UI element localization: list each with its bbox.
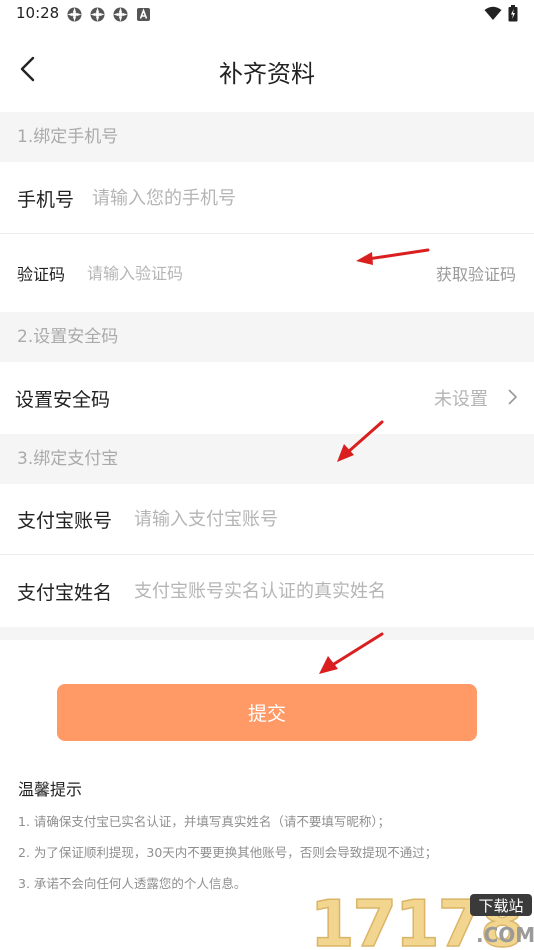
app-notification-icon <box>89 6 106 23</box>
security-label: 设置安全码 <box>15 388 111 411</box>
watermark-badge: 下载站 <box>478 897 523 915</box>
section-header-phone: 1.绑定手机号 <box>0 112 534 162</box>
tip-item: 2. 为了保证顺利提现，30天内不要更换其他账号，否则会导致提现不通过； <box>18 845 438 860</box>
security-status: 未设置 <box>434 389 488 410</box>
phone-row: 手机号 <box>0 162 534 234</box>
alipay-account-label: 支付宝账号 <box>17 509 113 532</box>
phone-input[interactable] <box>92 187 473 209</box>
status-time: 10:28 <box>16 4 60 22</box>
chevron-right-icon <box>506 388 518 410</box>
security-code-row[interactable]: 设置安全码 未设置 <box>0 362 534 434</box>
section-header-security: 2.设置安全码 <box>0 312 534 362</box>
alipay-account-input[interactable] <box>134 508 495 530</box>
annotation-arrow-icon <box>319 632 384 674</box>
watermark-suffix: .COM <box>476 923 534 947</box>
a-letter-notification-icon <box>135 6 152 23</box>
alipay-name-label: 支付宝姓名 <box>17 581 113 604</box>
section-header-alipay: 3.绑定支付宝 <box>0 434 534 484</box>
submit-button[interactable]: 提交 <box>57 684 477 741</box>
phone-label: 手机号 <box>17 188 75 211</box>
status-bar: 10:28 <box>0 0 534 28</box>
system-icons <box>484 5 518 26</box>
code-label: 验证码 <box>17 265 66 284</box>
tip-item: 1. 请确保支付宝已实名认证，并填写真实姓名（请不要填写昵称）； <box>18 814 391 829</box>
section-spacer <box>0 627 534 640</box>
verification-code-row: 验证码 获取验证码 <box>0 234 534 312</box>
alipay-name-input[interactable] <box>134 580 505 602</box>
app-notification-icon <box>112 6 129 23</box>
site-watermark-logo: 17178 下载站 .COM <box>309 887 534 950</box>
battery-icon <box>508 5 518 26</box>
get-code-button[interactable]: 获取验证码 <box>436 261 516 285</box>
notification-icons <box>66 6 152 23</box>
alipay-account-row: 支付宝账号 <box>0 484 534 554</box>
tip-item: 3. 承诺不会向任何人透露您的个人信息。 <box>18 876 247 891</box>
app-notification-icon <box>66 6 83 23</box>
tips-title: 温馨提示 <box>18 780 83 799</box>
annotation-arrow-icon <box>337 420 384 462</box>
nav-bar: 补齐资料 <box>0 40 534 100</box>
annotation-arrow-icon <box>356 248 430 265</box>
page-title: 补齐资料 <box>219 60 315 88</box>
wifi-icon <box>484 6 502 25</box>
code-input[interactable] <box>87 263 318 283</box>
alipay-name-row: 支付宝姓名 <box>0 555 534 627</box>
